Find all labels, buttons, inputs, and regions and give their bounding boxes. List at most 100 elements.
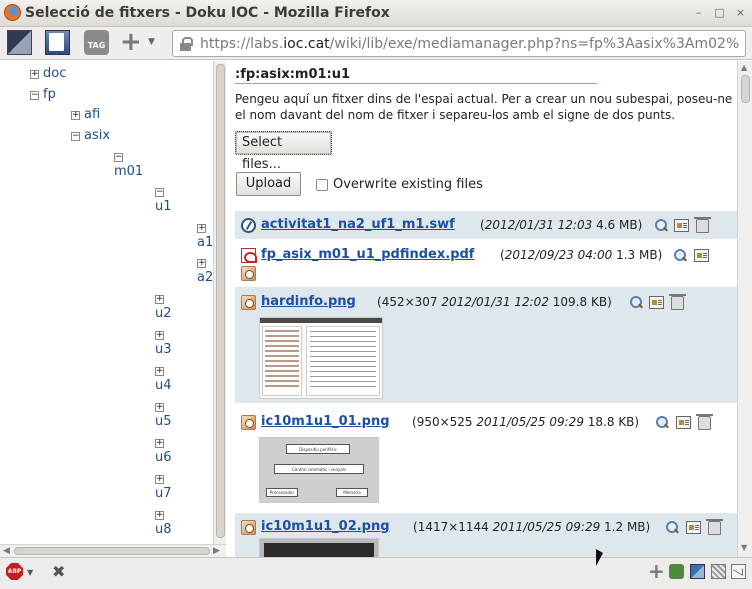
png-file-icon [241,520,256,535]
expand-toggle-icon[interactable]: + [30,70,39,79]
file-link[interactable]: ic10m1u1_01.png [261,414,390,429]
tree-node-u3[interactable]: + u3 [155,327,172,357]
file-link[interactable]: activitat1_na2_uf1_m1.swf [261,217,455,232]
insert-icon[interactable] [676,416,691,429]
tree-node-u7[interactable]: + u7 [155,471,172,501]
add-icon[interactable]: + [648,561,665,581]
overwrite-checkbox[interactable] [316,179,328,191]
tree-node-doc[interactable]: + doc [30,66,66,81]
file-meta: (1417×1144 2011/05/25 09:29 1.2 MB) [413,520,651,534]
file-link[interactable]: fp_asix_m01_u1_pdfindex.pdf [261,247,474,262]
expand-toggle-icon[interactable]: + [197,224,206,233]
adblock-icon[interactable]: ABP [6,563,23,580]
expand-toggle-icon[interactable]: + [155,295,164,304]
collapse-toggle-icon[interactable]: − [30,91,39,100]
tree-node-u4[interactable]: + u4 [155,363,172,393]
tree-node-fp[interactable]: − fp [30,87,56,102]
expand-toggle-icon[interactable]: + [155,367,164,376]
tree-node-a1[interactable]: + a1 [197,220,213,250]
tree-node-u2[interactable]: + u2 [155,291,172,321]
image-thumbnail[interactable] [259,538,379,557]
file-meta: (2012/09/23 04:00 1.3 MB) [500,248,663,262]
expand-toggle-icon[interactable]: + [197,259,206,268]
main-vertical-scrollbar[interactable]: ▲ ▼ [737,61,752,557]
expand-toggle-icon[interactable]: + [155,439,164,448]
scroll-thumb[interactable] [216,64,225,538]
mail-icon[interactable] [731,564,746,579]
status-bar: ABP ▼ ✖ + [0,557,752,589]
upload-instructions: Pengeu aquí un fitxer dins de l'espai ac… [235,92,733,122]
tree-vertical-scrollbar[interactable] [213,61,226,545]
collapse-toggle-icon[interactable]: − [114,153,123,162]
tree-node-m01[interactable]: − m01 [114,149,143,179]
plus-icon[interactable]: + [120,29,145,55]
tag-icon[interactable]: TAG [84,30,109,55]
file-link[interactable]: ic10m1u1_02.png [261,519,390,534]
url-text: https://labs.ioc.cat/wiki/lib/exe/mediam… [200,36,740,52]
close-button[interactable]: × [732,5,749,22]
file-row: hardinfo.png (452×307 2012/01/31 12:02 1… [235,287,737,403]
file-meta: (950×525 2011/05/25 09:29 18.8 KB) [412,415,640,429]
expand-toggle-icon[interactable]: + [155,331,164,340]
expand-toggle-icon[interactable]: + [155,511,164,520]
scroll-up-icon[interactable]: ▲ [741,63,747,72]
scroll-down-icon[interactable]: ▼ [741,543,747,552]
tree-horizontal-scrollbar[interactable]: ◀ ▶ [0,544,226,557]
tree-node-u5[interactable]: + u5 [155,399,172,429]
magnifier-icon[interactable] [655,416,670,429]
diagram-box-peripheral: Dispositiu perifèric [286,444,350,454]
url-bar[interactable]: https://labs.ioc.cat/wiki/lib/exe/mediam… [172,30,746,57]
scroll-right-icon[interactable]: ▶ [213,546,220,556]
magnifier-icon[interactable] [654,219,669,232]
window-title: Selecció de fitxers - Doku IOC - Mozilla… [25,5,390,21]
diagram-box-control: Control cinemàtic i senyals [274,464,364,474]
insert-icon[interactable] [686,521,701,534]
image-thumbnail[interactable] [259,317,383,399]
chevron-down-icon[interactable]: ▼ [27,568,33,577]
collapse-toggle-icon[interactable]: − [155,188,164,197]
file-link[interactable]: hardinfo.png [261,294,356,309]
tree-node-u1[interactable]: − u1 [155,184,172,214]
mouse-cursor-icon [596,549,603,566]
trash-icon[interactable] [669,294,686,310]
scroll-thumb[interactable] [741,75,750,103]
tree-node-u8[interactable]: + u8 [155,507,172,537]
magnifier-icon[interactable] [665,521,680,534]
magnifier-icon[interactable] [629,296,644,309]
png-file-icon [241,415,256,430]
diagram-box-processor: Processador [266,488,298,497]
tree-node-asix[interactable]: − asix [71,128,110,143]
expand-toggle-icon[interactable]: + [155,403,164,412]
insert-icon[interactable] [674,219,689,232]
select-files-button[interactable]: Select files... [235,131,332,172]
tree-node-afi[interactable]: + afi [71,107,100,122]
tree-node-u6[interactable]: + u6 [155,435,172,465]
upload-button[interactable]: Upload [236,172,301,196]
puzzle-icon[interactable] [669,564,684,579]
browser-toolbar: TAG + ▼ https://labs.ioc.cat/wiki/lib/ex… [0,27,752,60]
magnifier-icon[interactable] [673,249,688,262]
trash-icon[interactable] [706,519,723,535]
namespace-title: :fp:asix:m01:u1 [235,67,351,82]
grid-icon[interactable] [711,564,726,579]
insert-icon[interactable] [649,296,664,309]
expand-toggle-icon[interactable]: + [71,111,80,120]
screen-icon[interactable] [690,564,705,579]
scroll-thumb[interactable] [14,547,210,555]
contrast-icon[interactable] [7,30,32,55]
chevron-down-icon[interactable]: ▼ [148,37,155,47]
collapse-toggle-icon[interactable]: − [71,132,80,141]
close-x-icon[interactable]: ✖ [52,562,65,581]
file-row: ic10m1u1_02.png (1417×1144 2011/05/25 09… [235,513,737,557]
scroll-left-icon[interactable]: ◀ [3,546,10,556]
pdf-file-icon [241,248,257,263]
image-thumbnail[interactable]: Dispositiu perifèric Control cinemàtic i… [259,437,379,503]
tree-node-a2[interactable]: + a2 [197,255,213,285]
insert-icon[interactable] [694,249,709,262]
minimize-button[interactable]: – [690,5,707,22]
maximize-button[interactable]: □ [711,5,728,22]
expand-toggle-icon[interactable]: + [155,475,164,484]
bookmark-page-icon[interactable] [45,30,70,55]
trash-icon[interactable] [696,414,713,430]
trash-icon[interactable] [694,217,711,233]
